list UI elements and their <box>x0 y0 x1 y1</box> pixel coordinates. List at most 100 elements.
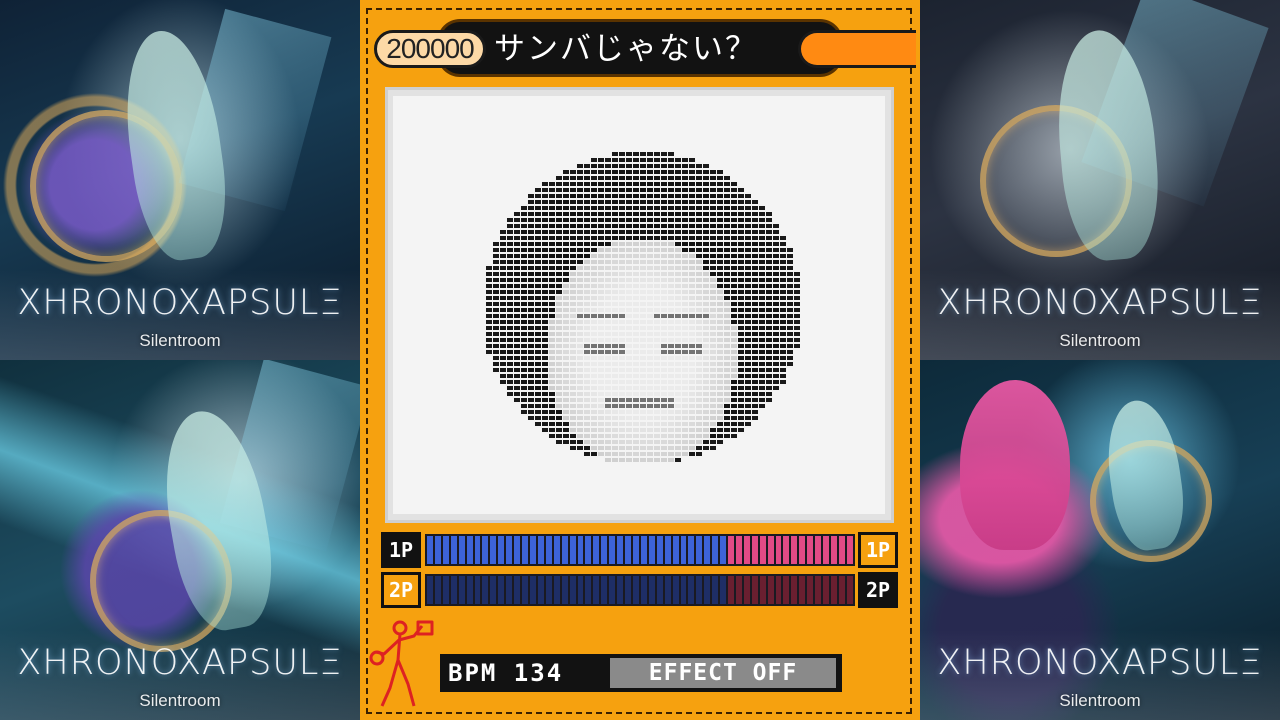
face-pixel <box>745 344 751 348</box>
face-pixel <box>731 194 737 198</box>
face-pixel <box>591 374 597 378</box>
meter-segment <box>846 536 853 564</box>
face-pixel <box>570 446 576 450</box>
face-pixel <box>710 188 716 192</box>
face-pixel <box>549 338 555 342</box>
face-pixel <box>535 260 541 264</box>
face-pixel <box>500 350 506 354</box>
face-pixel <box>542 350 548 354</box>
face-pixel <box>619 170 625 174</box>
face-pixel <box>654 314 660 318</box>
face-pixel <box>731 374 737 378</box>
face-pixel <box>738 194 744 198</box>
face-pixel <box>745 218 751 222</box>
face-pixel <box>563 308 569 312</box>
face-pixel <box>745 290 751 294</box>
face-pixel <box>689 182 695 186</box>
face-pixel <box>528 260 534 264</box>
face-pixel <box>745 296 751 300</box>
effect-toggle[interactable]: EFFECT OFF <box>610 658 836 688</box>
meter-segment <box>767 536 774 564</box>
face-pixel <box>521 410 527 414</box>
face-pixel <box>598 446 604 450</box>
face-pixel <box>563 314 569 318</box>
face-pixel <box>717 200 723 204</box>
face-pixel <box>577 284 583 288</box>
face-pixel <box>528 380 534 384</box>
face-pixel <box>591 284 597 288</box>
meter-segment <box>529 536 536 564</box>
face-pixel <box>689 320 695 324</box>
face-pixel <box>570 272 576 276</box>
face-pixel <box>542 194 548 198</box>
face-pixel <box>626 212 632 216</box>
face-pixel <box>654 260 660 264</box>
face-pixel <box>633 356 639 360</box>
face-pixel <box>626 422 632 426</box>
face-pixel <box>675 314 681 318</box>
face-pixel <box>661 326 667 330</box>
face-pixel <box>598 254 604 258</box>
bpm-readout: BPM 134 <box>448 659 564 687</box>
face-pixel <box>654 302 660 306</box>
face-pixel <box>563 230 569 234</box>
face-pixel <box>542 404 548 408</box>
face-pixel <box>668 284 674 288</box>
face-pixel <box>780 308 786 312</box>
face-pixel <box>626 164 632 168</box>
face-pixel <box>668 326 674 330</box>
face-pixel <box>542 206 548 210</box>
face-pixel <box>710 410 716 414</box>
face-pixel <box>752 212 758 216</box>
face-pixel <box>591 440 597 444</box>
face-pixel <box>752 290 758 294</box>
face-pixel <box>724 428 730 432</box>
face-pixel <box>549 380 555 384</box>
face-pixel <box>570 392 576 396</box>
face-pixel <box>696 296 702 300</box>
face-pixel <box>612 302 618 306</box>
face-pixel <box>647 218 653 222</box>
face-pixel <box>591 380 597 384</box>
face-pixel <box>668 254 674 258</box>
face-pixel <box>556 434 562 438</box>
face-pixel <box>521 248 527 252</box>
face-pixel <box>654 392 660 396</box>
face-pixel <box>647 386 653 390</box>
face-pixel <box>661 416 667 420</box>
face-pixel <box>731 272 737 276</box>
face-pixel <box>633 380 639 384</box>
face-pixel <box>717 314 723 318</box>
face-pixel <box>549 260 555 264</box>
face-pixel <box>717 356 723 360</box>
face-pixel <box>745 278 751 282</box>
face-pixel <box>619 374 625 378</box>
face-pixel <box>528 290 534 294</box>
meter-segment <box>585 536 592 564</box>
face-pixel <box>521 218 527 222</box>
face-pixel <box>626 314 632 318</box>
face-pixel <box>745 266 751 270</box>
face-pixel <box>703 200 709 204</box>
face-pixel <box>493 362 499 366</box>
face-pixel <box>521 320 527 324</box>
face-pixel <box>556 224 562 228</box>
face-pixel <box>591 272 597 276</box>
face-pixel <box>619 320 625 324</box>
face-pixel <box>717 254 723 258</box>
face-pixel <box>675 296 681 300</box>
face-pixel <box>661 446 667 450</box>
face-pixel <box>619 410 625 414</box>
face-pixel <box>633 392 639 396</box>
face-pixel <box>619 212 625 216</box>
face-pixel <box>773 308 779 312</box>
face-pixel <box>500 236 506 240</box>
meter-segment <box>458 536 465 564</box>
face-pixel <box>668 398 674 402</box>
face-pixel <box>640 164 646 168</box>
face-pixel <box>535 206 541 210</box>
face-pixel <box>759 368 765 372</box>
meter-segment <box>585 576 592 604</box>
face-pixel <box>605 362 611 366</box>
face-pixel <box>563 194 569 198</box>
